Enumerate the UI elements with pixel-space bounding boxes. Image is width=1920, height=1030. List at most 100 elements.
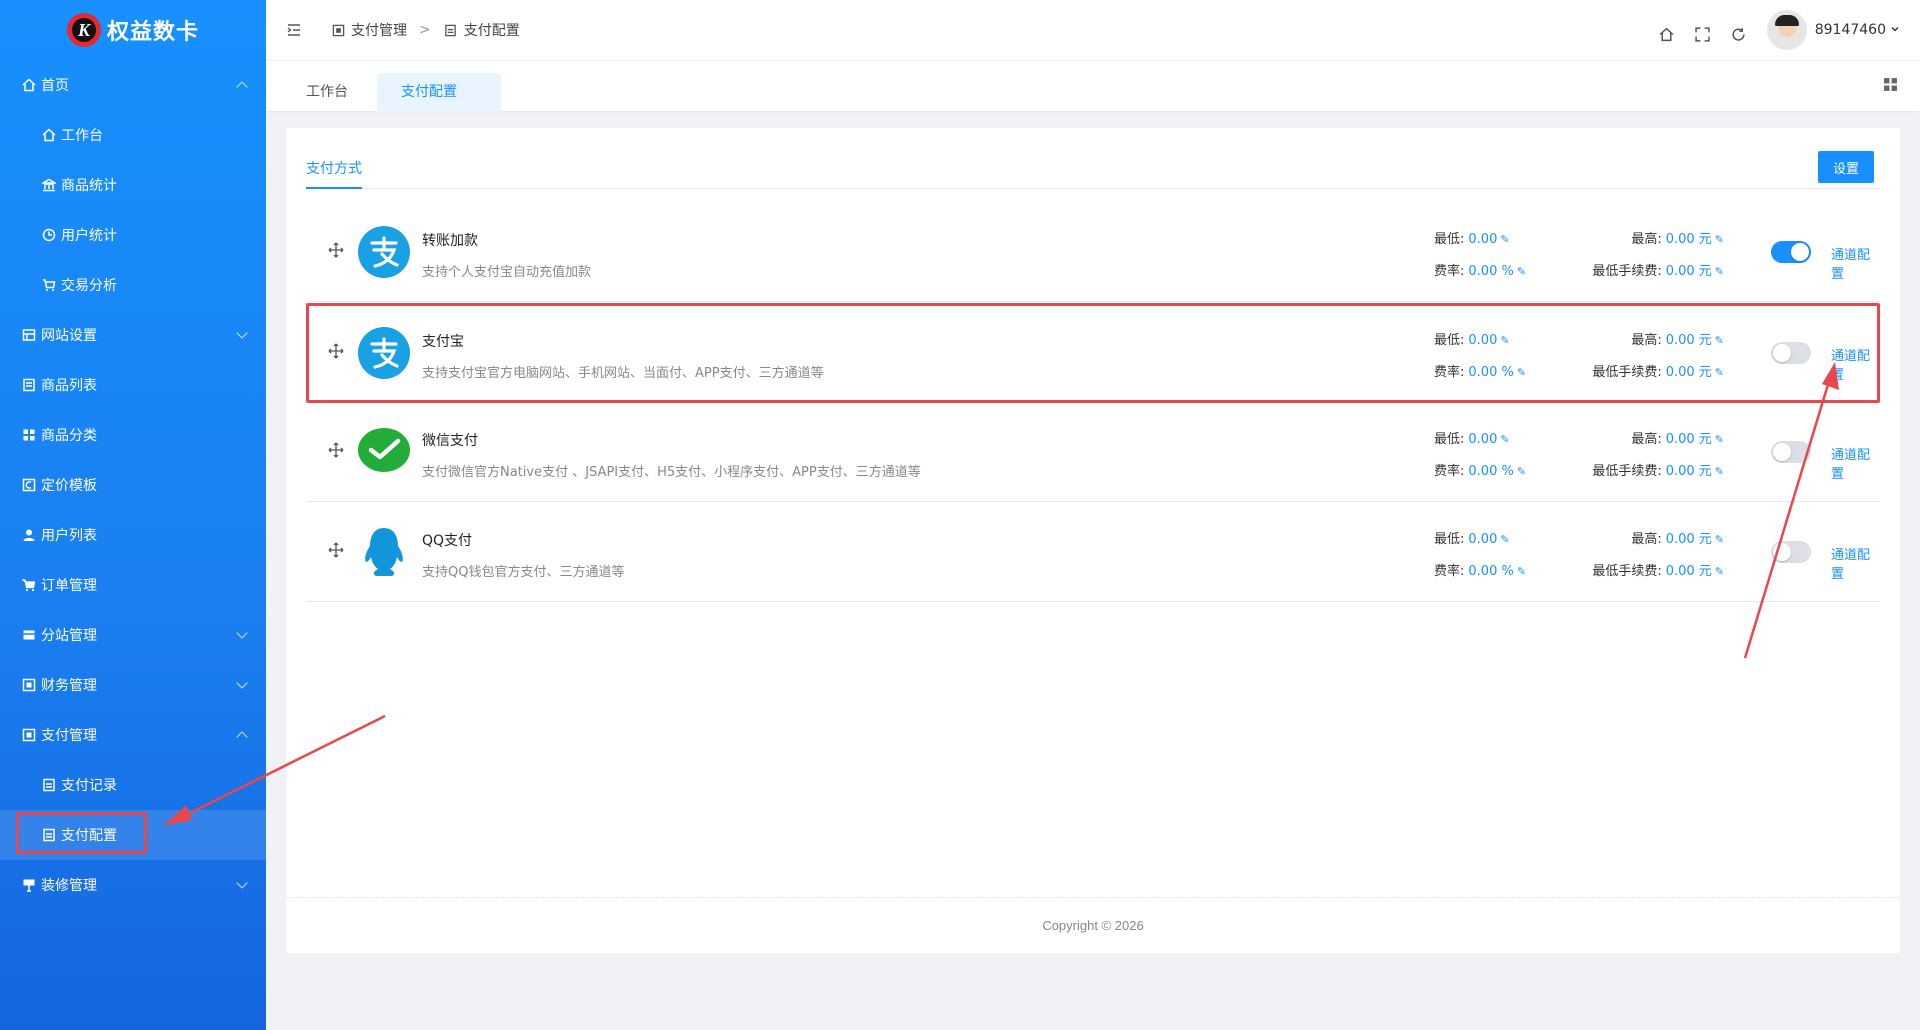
sidebar-item-label: 装修管理 — [41, 878, 97, 894]
breadcrumb: 支付管理 > 支付配置 — [266, 20, 520, 40]
sidebar-item-product-list[interactable]: 商品列表 — [0, 360, 266, 410]
min-value[interactable]: 0.00 — [1468, 432, 1497, 447]
min-fee-label: 最低手续费: — [1592, 365, 1662, 380]
edit-icon[interactable]: ✎ — [1715, 433, 1724, 446]
edit-icon[interactable]: ✎ — [1500, 533, 1509, 546]
rate-value[interactable]: 0.00 % — [1468, 365, 1513, 380]
edit-icon[interactable]: ✎ — [1715, 265, 1724, 278]
menu-fold-icon[interactable] — [286, 22, 302, 38]
rate-value[interactable]: 0.00 % — [1468, 264, 1513, 279]
edit-icon[interactable]: ✎ — [1500, 233, 1509, 246]
alipay-logo-icon — [358, 327, 410, 379]
sidebar-item-home[interactable]: 首页 — [0, 60, 266, 110]
sidebar-item-user-stats[interactable]: 用户统计 — [0, 210, 266, 260]
enable-toggle[interactable] — [1771, 541, 1811, 563]
apps-grid-icon[interactable] — [1883, 77, 1898, 96]
tab-payment-methods[interactable]: 支付方式 — [306, 159, 362, 189]
sidebar-item-label: 用户列表 — [41, 528, 97, 544]
brand-logo-icon: K — [66, 13, 101, 47]
avatar[interactable] — [1766, 10, 1807, 50]
drag-handle-icon[interactable] — [328, 343, 344, 359]
chevron-down-icon — [236, 627, 248, 639]
enable-toggle[interactable] — [1771, 342, 1811, 364]
sidebar-item-payment-management[interactable]: 支付管理 — [0, 710, 266, 760]
user-menu[interactable]: 89147460 — [1815, 22, 1900, 38]
edit-icon[interactable]: ✎ — [1715, 366, 1724, 379]
edit-icon[interactable]: ✎ — [1715, 334, 1724, 347]
drag-handle-icon[interactable] — [328, 242, 344, 258]
edit-icon[interactable]: ✎ — [1517, 265, 1526, 278]
chevron-down-icon — [236, 327, 248, 339]
sidebar-item-pricing-template[interactable]: 定价模板 — [0, 460, 266, 510]
min-fee-value[interactable]: 0.00 元 — [1666, 264, 1712, 279]
edit-icon[interactable]: ✎ — [1517, 565, 1526, 578]
sidebar-item-label: 网站设置 — [41, 328, 97, 344]
sidebar-item-product-stats[interactable]: 商品统计 — [0, 160, 266, 210]
breadcrumb-label: 支付管理 — [351, 23, 407, 39]
max-value[interactable]: 0.00 元 — [1666, 333, 1712, 348]
min-value[interactable]: 0.00 — [1468, 232, 1497, 247]
sidebar-item-user-list[interactable]: 用户列表 — [0, 510, 266, 560]
settings-button[interactable]: 设置 — [1818, 151, 1874, 183]
enable-toggle[interactable] — [1771, 441, 1811, 463]
min-fee-value[interactable]: 0.00 元 — [1666, 365, 1712, 380]
drag-handle-icon[interactable] — [328, 442, 344, 458]
max-amount: 最高: 0.00 元 ✎ — [1631, 228, 1724, 247]
edit-icon[interactable]: ✎ — [1715, 565, 1724, 578]
sidebar-item-order-management[interactable]: 订单管理 — [0, 560, 266, 610]
min-fee-value[interactable]: 0.00 元 — [1666, 564, 1712, 579]
channel-config-link[interactable]: 通道配置 — [1831, 244, 1880, 282]
payment-name: 转账加款 — [422, 233, 478, 249]
min-label: 最低: — [1434, 333, 1465, 348]
channel-config-link[interactable]: 通道配置 — [1831, 444, 1880, 482]
min-value[interactable]: 0.00 — [1468, 333, 1497, 348]
top-header: 支付管理 > 支付配置 89147460 — [266, 0, 1920, 60]
brand-logo[interactable]: K 权益数卡 — [0, 0, 266, 60]
edit-icon[interactable]: ✎ — [1715, 233, 1724, 246]
min-fee: 最低手续费: 0.00 元 ✎ — [1592, 460, 1724, 479]
sidebar-item-label: 支付管理 — [41, 728, 97, 744]
max-value[interactable]: 0.00 元 — [1666, 432, 1712, 447]
edit-icon[interactable]: ✎ — [1517, 366, 1526, 379]
home-icon[interactable] — [1659, 27, 1675, 43]
sidebar-item-label: 交易分析 — [61, 278, 117, 294]
tab-payment-config[interactable]: 支付配置 × — [377, 73, 501, 138]
min-fee-label: 最低手续费: — [1592, 264, 1662, 279]
breadcrumb-item[interactable]: 支付管理 — [330, 20, 407, 40]
sidebar-item-workbench[interactable]: 工作台 — [0, 110, 266, 160]
sidebar-item-payment-records[interactable]: 支付记录 — [0, 760, 266, 810]
breadcrumb-separator: > — [419, 22, 431, 38]
sidebar-item-product-category[interactable]: 商品分类 — [0, 410, 266, 460]
sidebar-item-finance[interactable]: 财务管理 — [0, 660, 266, 710]
edit-icon[interactable]: ✎ — [1517, 465, 1526, 478]
min-fee: 最低手续费: 0.00 元 ✎ — [1592, 260, 1724, 279]
channel-config-link[interactable]: 通道配置 — [1831, 544, 1880, 582]
enable-toggle[interactable] — [1771, 241, 1811, 263]
sidebar-item-label: 支付记录 — [61, 778, 117, 794]
edit-icon[interactable]: ✎ — [1715, 533, 1724, 546]
min-fee-label: 最低手续费: — [1592, 464, 1662, 479]
fullscreen-icon[interactable] — [1695, 27, 1711, 43]
min-value[interactable]: 0.00 — [1468, 532, 1497, 547]
drag-handle-icon[interactable] — [328, 542, 344, 558]
edit-icon[interactable]: ✎ — [1500, 433, 1509, 446]
edit-icon[interactable]: ✎ — [1500, 334, 1509, 347]
sidebar-item-decoration[interactable]: 装修管理 — [0, 860, 266, 910]
max-value[interactable]: 0.00 元 — [1666, 232, 1712, 247]
min-fee-value[interactable]: 0.00 元 — [1666, 464, 1712, 479]
brand-name: 权益数卡 — [106, 20, 199, 45]
payment-name: 微信支付 — [422, 433, 478, 449]
channel-config-link[interactable]: 通道配置 — [1831, 345, 1877, 383]
sidebar-item-label: 分站管理 — [41, 628, 97, 644]
max-value[interactable]: 0.00 元 — [1666, 532, 1712, 547]
refresh-icon[interactable] — [1731, 27, 1747, 43]
sidebar-item-substation[interactable]: 分站管理 — [0, 610, 266, 660]
user-name: 89147460 — [1814, 22, 1886, 38]
rate-value[interactable]: 0.00 % — [1468, 464, 1513, 479]
edit-icon[interactable]: ✎ — [1715, 465, 1724, 478]
fee-rate: 费率: 0.00 % ✎ — [1434, 361, 1526, 380]
tab-workbench[interactable]: 工作台 — [282, 73, 372, 112]
sidebar-item-trade-analysis[interactable]: 交易分析 — [0, 260, 266, 310]
sidebar-item-site-settings[interactable]: 网站设置 — [0, 310, 266, 360]
rate-value[interactable]: 0.00 % — [1468, 564, 1513, 579]
